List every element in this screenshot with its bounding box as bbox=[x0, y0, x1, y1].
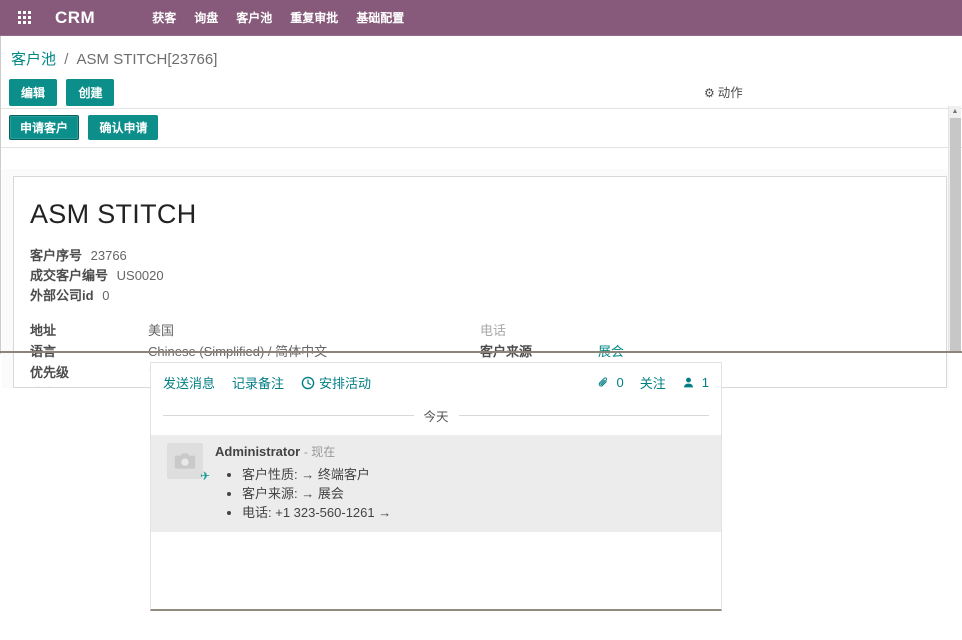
crm-app-window: CRM 获客 询盘 客户池 重复审批 基础配置 客户池 / ASM STITCH… bbox=[0, 0, 962, 640]
address-value: 美国 bbox=[148, 320, 174, 341]
avatar: ✈ bbox=[167, 443, 203, 479]
top-navbar: CRM 获客 询盘 客户池 重复审批 基础配置 bbox=[0, 0, 962, 36]
follower-count: 1 bbox=[702, 375, 709, 390]
phone-label: 电话 bbox=[480, 320, 598, 341]
message-body: Administrator - 现在 客户性质: → 终端客户 客户来源: → … bbox=[215, 443, 391, 522]
edit-button[interactable]: 编辑 bbox=[9, 79, 57, 106]
breadcrumb-parent-link[interactable]: 客户池 bbox=[11, 51, 56, 68]
action-menu-label: 动作 bbox=[718, 86, 743, 100]
deal-customer-code-row: 成交客户编号 US0020 bbox=[30, 266, 930, 286]
phone-row: 电话 bbox=[480, 320, 930, 341]
schedule-activity-button[interactable]: 安排活动 bbox=[301, 373, 371, 392]
control-panel: 编辑 创建 ⚙动作 bbox=[1, 71, 962, 109]
form-region-bottom-edge bbox=[0, 351, 962, 353]
breadcrumb-separator: / bbox=[60, 51, 72, 68]
divider-line bbox=[459, 415, 710, 416]
action-menu-button[interactable]: ⚙动作 bbox=[704, 82, 743, 101]
avatar-placeholder bbox=[167, 443, 203, 479]
customer-no-row: 客户序号 23766 bbox=[30, 246, 930, 266]
message-timestamp: - 现在 bbox=[304, 445, 335, 459]
menu-duplicate-review[interactable]: 重复审批 bbox=[281, 0, 347, 36]
paperclip-icon bbox=[597, 376, 610, 389]
scrollbar-up-arrow-icon[interactable]: ▲ bbox=[949, 106, 961, 118]
date-divider-label: 今天 bbox=[414, 406, 459, 425]
message-header: Administrator - 现在 bbox=[215, 443, 391, 461]
send-message-button[interactable]: 发送消息 bbox=[163, 373, 215, 392]
clock-icon bbox=[301, 376, 315, 390]
chatter-message: ✈ Administrator - 现在 客户性质: → 终端客户 客户来源: … bbox=[151, 435, 721, 532]
tracking-changes-list: 客户性质: → 终端客户 客户来源: → 展会 电话: +1 323-560-1… bbox=[242, 465, 391, 522]
customer-no-value: 23766 bbox=[91, 248, 127, 263]
menu-basic-config[interactable]: 基础配置 bbox=[347, 0, 413, 36]
top-menu: 获客 询盘 客户池 重复审批 基础配置 bbox=[143, 0, 413, 36]
statusbar: 申请客户 确认申请 bbox=[1, 109, 962, 148]
apps-menu-icon[interactable] bbox=[18, 11, 31, 24]
follower-person-icon bbox=[682, 376, 695, 389]
priority-label: 优先级 bbox=[30, 362, 148, 383]
schedule-activity-label: 安排活动 bbox=[319, 373, 371, 392]
request-customer-button[interactable]: 申请客户 bbox=[9, 115, 79, 140]
tracking-item: 客户性质: → 终端客户 bbox=[242, 465, 391, 484]
deal-tag-label: 成交标签 bbox=[30, 383, 148, 388]
camera-icon bbox=[172, 448, 198, 474]
scrollbar-thumb[interactable] bbox=[950, 118, 961, 351]
tracking-plane-icon: ✈ bbox=[200, 469, 210, 483]
address-row: 地址 美国 bbox=[30, 320, 480, 341]
customer-no-label: 客户序号 bbox=[30, 248, 82, 263]
external-company-id-label: 外部公司id bbox=[30, 288, 94, 303]
chatter-toolbar-right: 0 关注 1 bbox=[581, 373, 709, 392]
attachments-button[interactable]: 0 bbox=[597, 375, 624, 390]
message-author[interactable]: Administrator bbox=[215, 444, 300, 459]
chatter-toolbar: 发送消息 记录备注 安排活动 0 关注 1 bbox=[151, 363, 721, 396]
tracking-item: 电话: +1 323-560-1261 → bbox=[242, 503, 391, 522]
tracking-item: 客户来源: → 展会 bbox=[242, 484, 391, 503]
external-company-id-row: 外部公司id 0 bbox=[30, 286, 930, 306]
menu-lead-acquisition[interactable]: 获客 bbox=[143, 0, 185, 36]
confirm-request-button[interactable]: 确认申请 bbox=[88, 115, 158, 140]
breadcrumb: 客户池 / ASM STITCH[23766] bbox=[1, 36, 962, 71]
followers-button[interactable]: 1 bbox=[682, 375, 709, 390]
menu-customer-pool[interactable]: 客户池 bbox=[227, 0, 281, 36]
attachment-count: 0 bbox=[617, 375, 624, 390]
menu-inquiry[interactable]: 询盘 bbox=[185, 0, 227, 36]
app-brand[interactable]: CRM bbox=[55, 8, 95, 28]
deal-customer-code-label: 成交客户编号 bbox=[30, 268, 108, 283]
log-note-button[interactable]: 记录备注 bbox=[232, 373, 284, 392]
form-view-background: ASM STITCH 客户序号 23766 成交客户编号 US0020 外部公司… bbox=[2, 169, 949, 388]
divider-line bbox=[163, 415, 414, 416]
record-sheet: ASM STITCH 客户序号 23766 成交客户编号 US0020 外部公司… bbox=[13, 176, 947, 388]
breadcrumb-current: ASM STITCH[23766] bbox=[77, 51, 218, 68]
create-button[interactable]: 创建 bbox=[66, 79, 114, 106]
gear-icon: ⚙ bbox=[704, 86, 715, 100]
external-company-id-value: 0 bbox=[102, 288, 109, 303]
date-divider: 今天 bbox=[163, 406, 709, 425]
vertical-scrollbar[interactable]: ▲ bbox=[948, 106, 961, 351]
chatter-panel: 发送消息 记录备注 安排活动 0 关注 1 今天 bbox=[150, 362, 722, 611]
address-label: 地址 bbox=[30, 320, 148, 341]
deal-customer-code-value: US0020 bbox=[117, 268, 164, 283]
follow-button[interactable]: 关注 bbox=[640, 373, 666, 392]
content-region: 客户池 / ASM STITCH[23766] 编辑 创建 ⚙动作 申请客户 确… bbox=[0, 36, 962, 354]
record-title: ASM STITCH bbox=[30, 199, 930, 230]
